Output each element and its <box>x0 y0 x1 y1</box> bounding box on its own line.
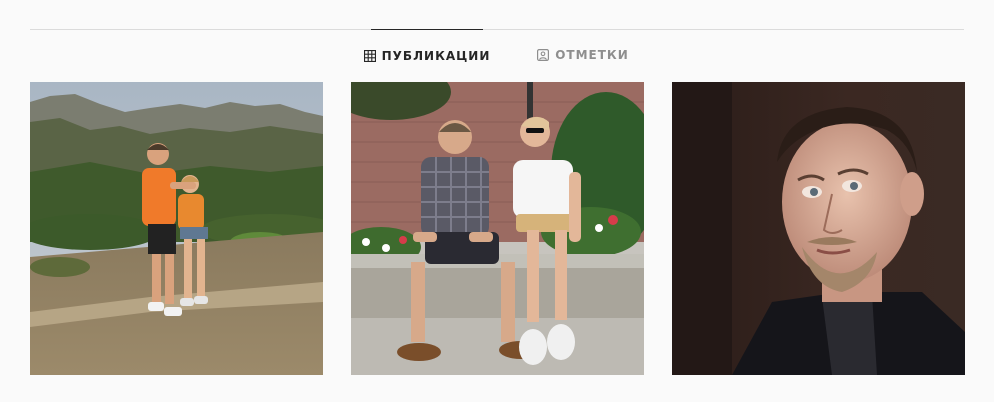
grid-icon <box>363 49 376 62</box>
profile-tabs: ПУБЛИКАЦИИ ОТМЕТКИ <box>0 29 994 81</box>
young-man-portrait-photo <box>672 82 965 375</box>
posts-grid <box>30 82 965 375</box>
post-thumbnail[interactable] <box>30 82 323 375</box>
tab-tagged-label: ОТМЕТКИ <box>555 48 629 62</box>
tab-tagged[interactable]: ОТМЕТКИ <box>537 29 629 81</box>
couple-on-mountain-trail-photo <box>30 82 323 375</box>
post-thumbnail[interactable] <box>351 82 644 375</box>
couple-sitting-on-bench-photo <box>351 82 644 375</box>
tagged-icon <box>537 49 550 61</box>
tab-posts-label: ПУБЛИКАЦИИ <box>381 48 491 63</box>
tab-posts[interactable]: ПУБЛИКАЦИИ <box>363 29 489 81</box>
post-thumbnail[interactable] <box>672 82 965 375</box>
